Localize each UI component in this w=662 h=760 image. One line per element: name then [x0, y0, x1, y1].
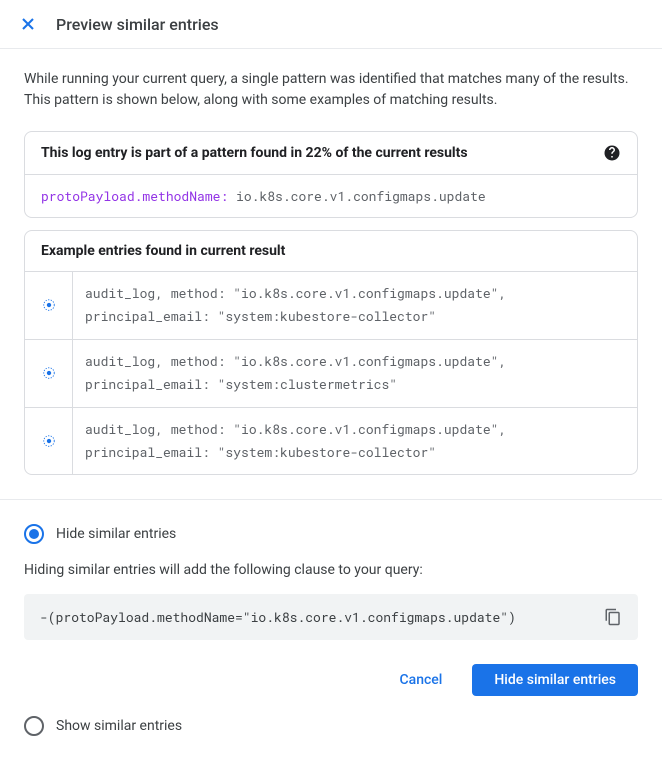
entry-text: audit_log, method: "io.k8s.core.v1.confi… [73, 340, 637, 407]
dialog-header: Preview similar entries [0, 0, 662, 49]
radio-show-label: Show similar entries [56, 718, 182, 734]
severity-cell [25, 340, 73, 407]
cancel-button[interactable]: Cancel [378, 664, 465, 696]
query-box: -(protoPayload.methodName="io.k8s.core.v… [24, 594, 638, 640]
severity-cell [25, 408, 73, 475]
radio-inner [29, 529, 39, 539]
close-icon[interactable] [16, 12, 40, 36]
action-row: Cancel Hide similar entries [24, 664, 638, 696]
pattern-header: This log entry is part of a pattern foun… [25, 132, 637, 175]
example-row: audit_log, method: "io.k8s.core.v1.confi… [25, 272, 637, 340]
radio-show[interactable] [24, 716, 44, 736]
explain-text: Hiding similar entries will add the foll… [24, 562, 638, 578]
severity-default-icon [42, 434, 56, 448]
pattern-body: protoPayload.methodName: io.k8s.core.v1.… [25, 175, 637, 217]
intro-text: While running your current query, a sing… [24, 69, 638, 111]
hide-similar-button[interactable]: Hide similar entries [472, 664, 638, 696]
dialog-title: Preview similar entries [56, 15, 219, 34]
query-text: -(protoPayload.methodName="io.k8s.core.v… [40, 608, 516, 626]
pattern-key: protoPayload.methodName: [41, 187, 228, 205]
example-row: audit_log, method: "io.k8s.core.v1.confi… [25, 408, 637, 475]
help-icon[interactable] [603, 144, 621, 162]
pattern-title: This log entry is part of a pattern foun… [41, 145, 468, 161]
copy-icon[interactable] [604, 608, 622, 626]
example-row: audit_log, method: "io.k8s.core.v1.confi… [25, 340, 637, 408]
radio-hide[interactable] [24, 524, 44, 544]
entry-text: audit_log, method: "io.k8s.core.v1.confi… [73, 272, 637, 339]
severity-cell [25, 272, 73, 339]
severity-default-icon [42, 298, 56, 312]
example-header: Example entries found in current result [25, 231, 637, 272]
entry-text: audit_log, method: "io.k8s.core.v1.confi… [73, 408, 637, 475]
radio-show-row[interactable]: Show similar entries [24, 716, 638, 736]
divider [0, 499, 662, 500]
example-card: Example entries found in current result … [24, 230, 638, 475]
pattern-card: This log entry is part of a pattern foun… [24, 131, 638, 218]
dialog-content: While running your current query, a sing… [0, 49, 662, 760]
severity-default-icon [42, 366, 56, 380]
radio-hide-label: Hide similar entries [56, 526, 176, 542]
pattern-value: io.k8s.core.v1.configmaps.update [236, 187, 486, 205]
radio-hide-row[interactable]: Hide similar entries [24, 524, 638, 544]
